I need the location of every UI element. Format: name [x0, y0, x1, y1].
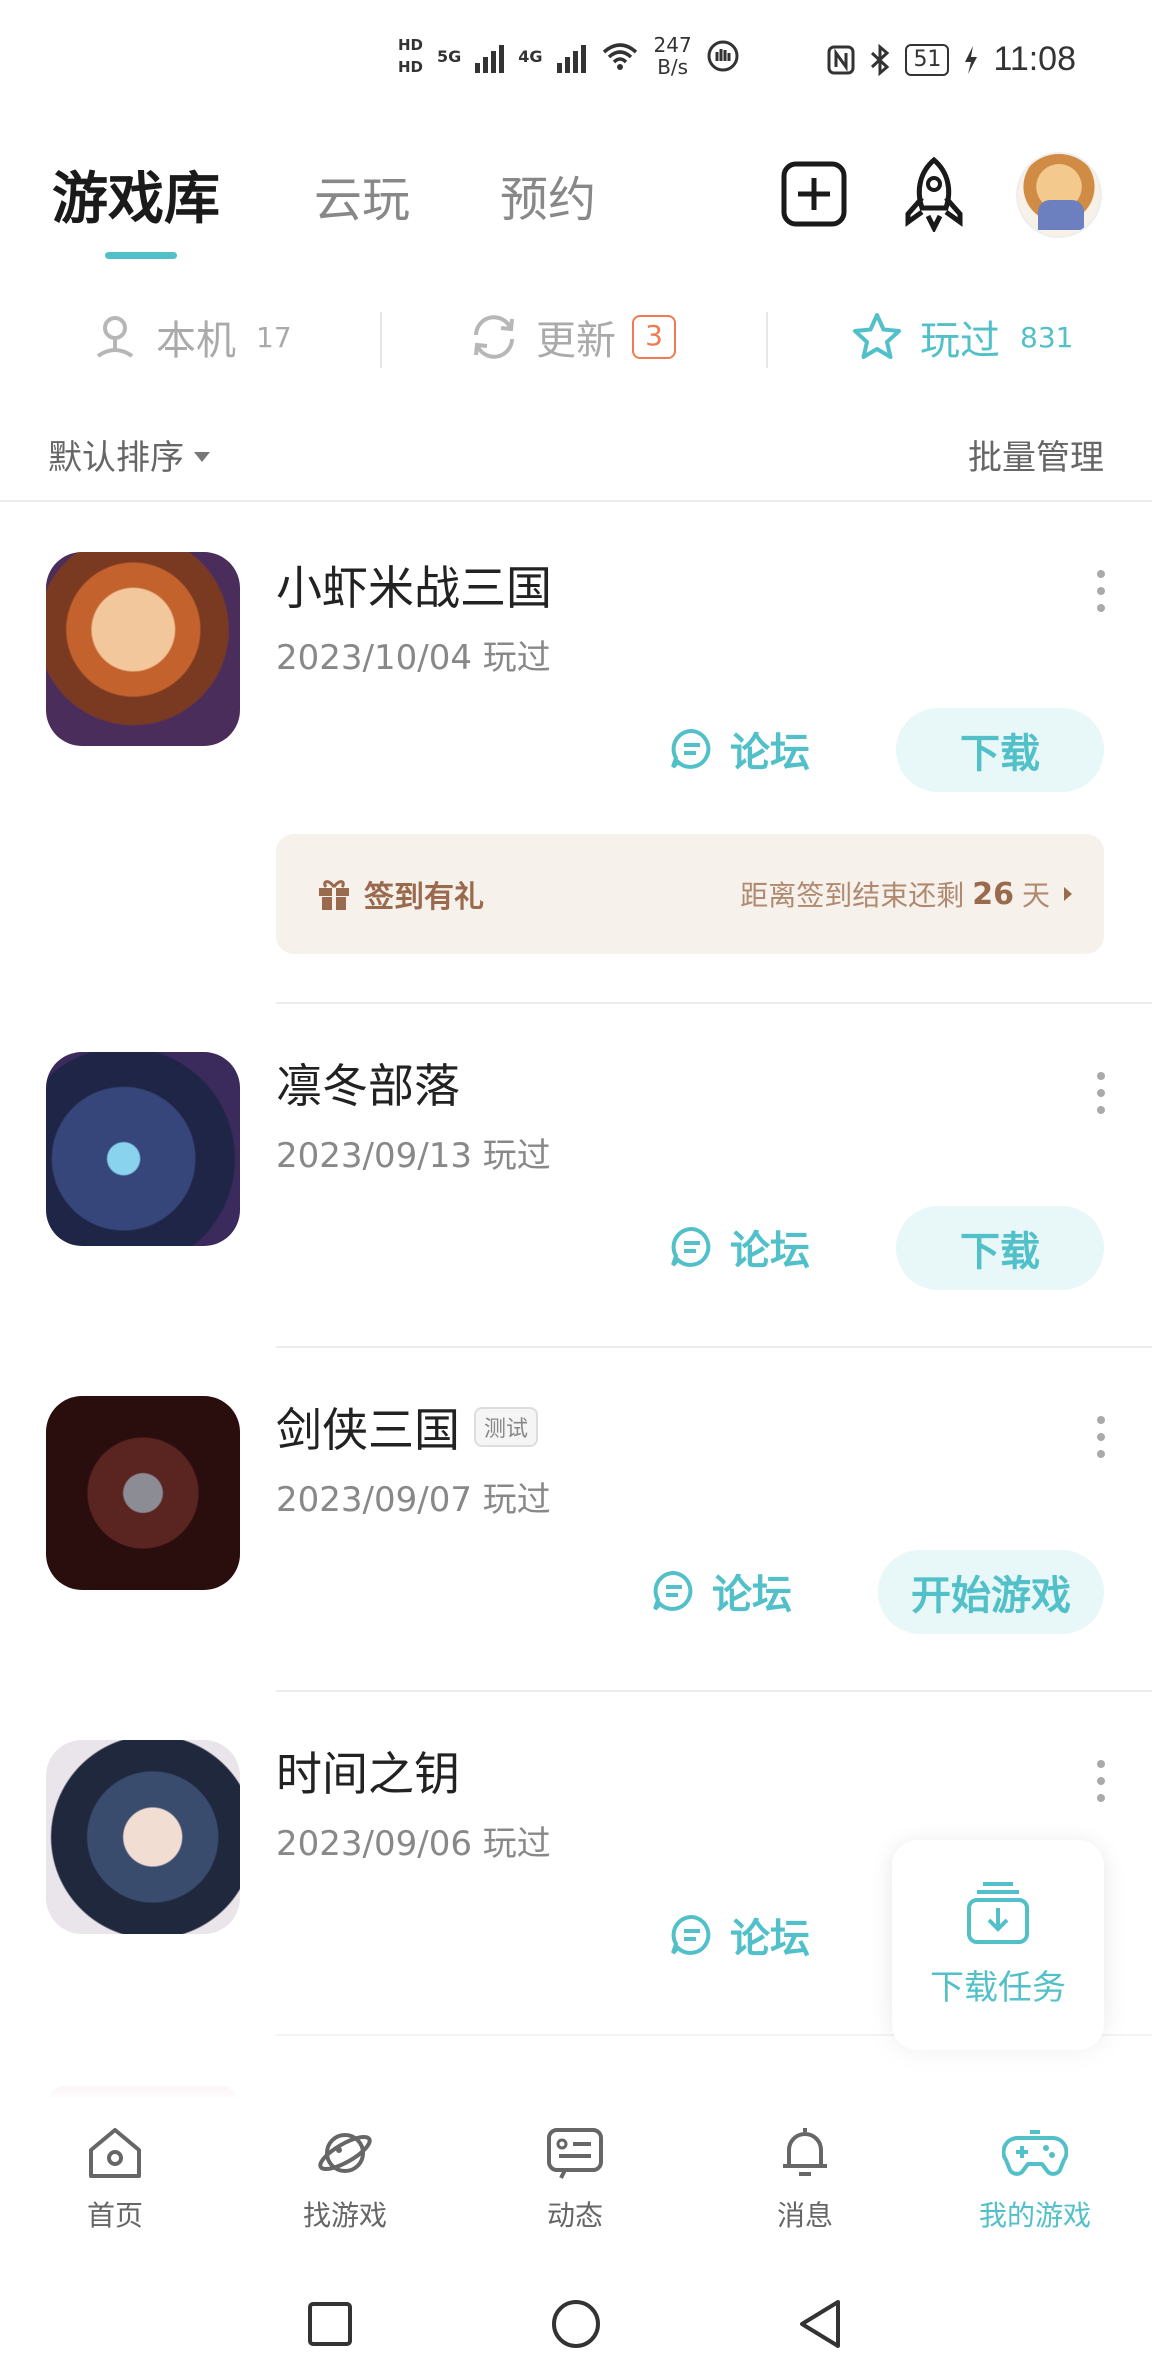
nav-messages[interactable]: 消息 — [730, 2124, 880, 2234]
add-button[interactable] — [778, 158, 850, 230]
checkin-label: 签到有礼 — [364, 880, 484, 915]
test-tag: 测试 — [474, 1407, 539, 1447]
download-tray-icon — [967, 1882, 1029, 1944]
batch-manage-button[interactable]: 批量管理 — [968, 430, 1104, 479]
forum-icon — [671, 1226, 711, 1267]
status-left: HD HD 5G 4G 247 B/s — [398, 34, 740, 78]
forum-icon — [653, 1570, 693, 1611]
forum-button[interactable]: 论坛 — [668, 1906, 810, 1964]
add-icon — [781, 161, 847, 227]
home-icon — [89, 2128, 141, 2178]
nav-find-games[interactable]: 找游戏 — [270, 2124, 420, 2234]
tab-reservation[interactable]: 预约 — [500, 160, 596, 230]
forum-button[interactable]: 论坛 — [668, 1218, 810, 1276]
more-options-icon[interactable] — [1096, 1072, 1106, 1114]
status-right: 51 11:08 — [827, 40, 1076, 79]
filter-separator — [766, 312, 768, 368]
status-bar: HD HD 5G 4G 247 B/s 51 11:08 — [0, 0, 1152, 130]
game-title[interactable]: 时间之钥 — [276, 1738, 460, 1804]
game-icon[interactable] — [46, 1052, 240, 1246]
more-options-icon[interactable] — [1096, 1760, 1106, 1802]
star-icon — [853, 313, 901, 359]
back-button[interactable] — [790, 2294, 850, 2354]
hd-indicator: HD HD — [398, 36, 424, 76]
gift-icon — [319, 880, 349, 910]
network-5g-label: 5G — [437, 46, 462, 66]
charging-icon — [965, 45, 978, 74]
chevron-right-icon — [1064, 887, 1072, 901]
caret-down-icon — [194, 451, 210, 462]
triangle-back-icon — [800, 2300, 840, 2348]
bottom-fade — [0, 1996, 1152, 2100]
gamepad-icon — [1002, 2130, 1068, 2176]
system-nav-bar — [0, 2268, 1152, 2376]
signal-icon-2 — [556, 39, 586, 73]
top-header: 游戏库 云玩 预约 — [0, 140, 1152, 270]
square-icon — [308, 2302, 352, 2346]
bottom-nav: 首页 找游戏 动态 消息 我的游戏 — [0, 2098, 1152, 2268]
user-avatar[interactable] — [1016, 152, 1102, 238]
filter-update[interactable]: 更新 3 — [468, 308, 676, 366]
wifi-icon — [602, 43, 637, 70]
bluetooth-icon — [871, 43, 890, 76]
game-title[interactable]: 剑侠三国 测试 — [276, 1394, 539, 1460]
game-played-date: 2023/09/13 玩过 — [276, 1136, 551, 1176]
speedup-button[interactable] — [898, 156, 970, 232]
game-title[interactable]: 凛冬部落 — [276, 1050, 460, 1116]
home-button[interactable] — [546, 2294, 606, 2354]
item-divider — [276, 1690, 1152, 1692]
game-icon[interactable] — [46, 1396, 240, 1590]
bell-icon — [783, 2128, 827, 2176]
tab-cloud-play[interactable]: 云玩 — [314, 160, 410, 230]
battery-indicator: 51 — [905, 43, 950, 76]
device-icon — [96, 316, 134, 358]
recents-button[interactable] — [300, 2294, 360, 2354]
game-icon[interactable] — [46, 1740, 240, 1934]
item-divider — [276, 1346, 1152, 1348]
gesture-icon — [707, 40, 739, 72]
forum-button[interactable]: 论坛 — [668, 720, 810, 778]
header-divider — [0, 500, 1152, 502]
nav-feed[interactable]: 动态 — [500, 2124, 650, 2234]
game-played-date: 2023/09/07 玩过 — [276, 1480, 551, 1520]
planet-icon — [318, 2133, 372, 2173]
forum-icon — [671, 728, 711, 769]
nfc-icon — [827, 45, 855, 74]
tab-game-library[interactable]: 游戏库 — [52, 154, 220, 235]
filter-played[interactable]: 玩过 831 — [850, 308, 1073, 366]
sort-row: 默认排序 批量管理 — [0, 420, 1152, 500]
checkin-banner[interactable]: 签到有礼 距离签到结束还剩 26 天 — [276, 834, 1104, 954]
start-game-button[interactable]: 开始游戏 — [878, 1550, 1104, 1634]
circle-icon — [552, 2300, 600, 2348]
checkin-countdown: 距离签到结束还剩 26 天 — [740, 874, 1072, 914]
forum-button[interactable]: 论坛 — [650, 1562, 792, 1620]
download-button[interactable]: 下载 — [896, 1206, 1104, 1290]
more-options-icon[interactable] — [1096, 570, 1106, 612]
more-options-icon[interactable] — [1096, 1416, 1106, 1458]
refresh-icon — [474, 315, 514, 359]
active-tab-indicator — [105, 252, 177, 259]
signal-icon — [475, 39, 505, 73]
filter-row: 本机 17 更新 3 玩过 831 — [0, 290, 1152, 390]
download-button[interactable]: 下载 — [896, 708, 1104, 792]
update-count-badge: 3 — [632, 315, 676, 359]
nav-my-games[interactable]: 我的游戏 — [960, 2124, 1110, 2234]
nav-home[interactable]: 首页 — [40, 2124, 190, 2234]
clock: 11:08 — [993, 40, 1076, 78]
game-played-date: 2023/09/06 玩过 — [276, 1824, 551, 1864]
game-played-date: 2023/10/04 玩过 — [276, 638, 551, 678]
feed-icon — [547, 2128, 603, 2179]
rocket-icon — [905, 156, 963, 232]
network-4g-label: 4G — [518, 46, 543, 66]
sort-dropdown[interactable]: 默认排序 — [48, 430, 210, 479]
forum-icon — [671, 1914, 711, 1955]
filter-local[interactable]: 本机 17 — [90, 308, 292, 366]
item-divider — [276, 1002, 1152, 1004]
network-speed: 247 B/s — [653, 33, 692, 79]
game-icon[interactable] — [46, 552, 240, 746]
game-title[interactable]: 小虾米战三国 — [276, 552, 552, 618]
filter-separator — [380, 312, 382, 368]
